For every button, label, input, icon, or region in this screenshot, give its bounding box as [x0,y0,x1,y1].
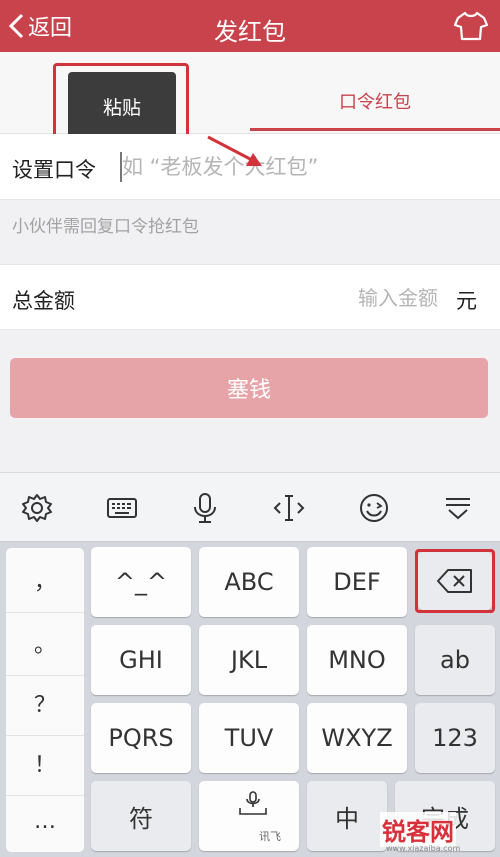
key-4[interactable]: GHI [91,625,191,695]
currency-unit: 元 [456,289,477,313]
cursor-icon[interactable] [272,491,306,525]
password-hint: 小伙伴需回复口令抢红包 [12,217,199,237]
amount-input[interactable] [280,279,438,317]
punct-ellipsis[interactable]: … [6,792,84,852]
symbol-key[interactable]: 符 [91,781,191,851]
punct-comma[interactable]: ， [6,553,84,613]
key-9[interactable]: WXYZ [307,703,407,773]
key-3[interactable]: DEF [307,547,407,617]
watermark: 锐客网 www.xiazaiba.com [356,790,496,854]
voice-space-icon [239,791,267,815]
watermark-url: www.xiazaiba.com [386,844,461,853]
number-key[interactable]: 123 [415,703,495,773]
key-8[interactable]: TUV [199,703,299,773]
microphone-icon[interactable] [188,491,222,525]
password-label: 设置口令 [12,158,96,182]
punct-question[interactable]: ？ [6,676,84,736]
key-7[interactable]: PQRS [91,703,191,773]
emoji-icon[interactable] [357,491,391,525]
key-6[interactable]: MNO [307,625,407,695]
password-input[interactable] [122,148,482,186]
settings-icon[interactable] [20,491,54,525]
password-row: 设置口令 [0,134,500,200]
nav-bar: 返回 发红包 [0,0,500,52]
delete-highlight-frame [415,549,495,613]
tab-password-packet[interactable]: 口令红包 [250,52,500,134]
amount-row: 总金额 元 [0,264,500,330]
page-title: 发红包 [214,18,286,46]
hide-keyboard-icon[interactable] [441,491,475,525]
amount-label: 总金额 [12,289,75,313]
tab-password-label: 口令红包 [339,92,411,113]
punct-exclaim[interactable]: ！ [6,736,84,796]
keyboard-icon[interactable] [105,491,139,525]
watermark-text: 锐客网 [380,812,456,847]
key-1[interactable]: ^_^ [91,547,191,617]
tab-underline [250,128,500,131]
punct-period[interactable]: 。 [6,616,84,676]
shirt-icon[interactable] [454,10,488,42]
keyboard-toolbar [0,472,500,542]
paste-button[interactable]: 粘贴 [68,72,176,140]
key-2[interactable]: ABC [199,547,299,617]
put-money-button[interactable]: 塞钱 [10,358,488,418]
punctuation-column: ， 。 ？ ！ … [6,548,84,852]
key-5[interactable]: JKL [199,625,299,695]
english-key[interactable]: ab [415,625,495,695]
space-brand-label: 讯飞 [259,830,281,843]
